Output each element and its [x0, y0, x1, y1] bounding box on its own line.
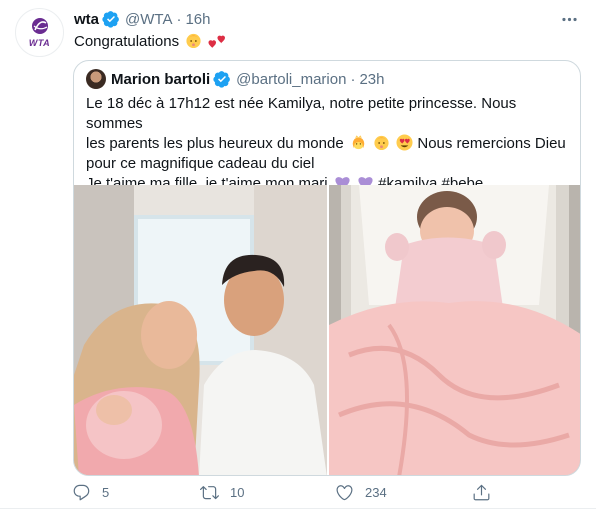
like-count: 234 — [365, 484, 387, 500]
quoted-line-3: pour ce magnifique cadeau du ciel — [86, 155, 315, 172]
tweet-text-body: Congratulations — [74, 33, 180, 50]
action-bar: 5 10 234 — [66, 481, 516, 505]
quoted-handle: @bartoli_marion — [236, 70, 347, 88]
hearts-emoji-icon — [208, 35, 226, 49]
quoted-avatar — [86, 69, 106, 89]
quoted-line-2b: Nous remercions Dieu — [417, 135, 566, 152]
wta-avatar[interactable]: WTA — [15, 8, 64, 57]
photo-couple-image — [74, 185, 327, 475]
verified-badge-icon — [102, 11, 119, 28]
quoted-header: Marion bartoli @bartoli_marion · 23h — [86, 69, 384, 89]
quoted-line-1: Le 18 déc à 17h12 est née Kamilya, notre… — [86, 95, 517, 132]
retweet-button[interactable]: 10 — [200, 481, 244, 503]
share-icon — [473, 484, 490, 500]
photo-baby-image — [329, 185, 580, 475]
photo-baby[interactable] — [329, 185, 580, 475]
avatar-text: WTA — [28, 38, 51, 48]
retweet-count: 10 — [230, 484, 245, 500]
like-icon — [336, 484, 353, 500]
share-button[interactable] — [472, 481, 491, 503]
tweet-header: wta @WTA · 16h — [74, 9, 211, 29]
photo-couple[interactable] — [74, 185, 327, 475]
quoted-tweet[interactable]: Marion bartoli @bartoli_marion · 23h Le … — [73, 60, 581, 476]
tweet[interactable]: WTA wta @WTA · 16h Congratulations Mario… — [0, 0, 596, 509]
quoted-line-2a: les parents les plus heureux du monde — [86, 135, 344, 152]
quoted-display-name: Marion bartoli — [111, 70, 211, 88]
wta-logo-icon — [31, 18, 48, 34]
more-options-button[interactable] — [558, 9, 580, 29]
reply-icon — [73, 484, 90, 500]
verified-badge-icon — [213, 71, 231, 88]
princess-emoji-icon — [352, 135, 365, 150]
quoted-line-2: les parents les plus heureux du monde No… — [86, 134, 574, 154]
like-button[interactable]: 234 — [335, 481, 387, 503]
more-icon — [561, 17, 577, 21]
baby-emoji-icon — [374, 135, 389, 151]
tweet-text: Congratulations — [74, 32, 226, 52]
quoted-text: Le 18 déc à 17h12 est née Kamilya, notre… — [86, 94, 574, 194]
timestamp[interactable]: 16h — [185, 11, 210, 28]
quoted-timestamp: 23h — [359, 70, 385, 88]
handle[interactable]: @WTA — [125, 11, 172, 28]
reply-button[interactable]: 5 — [72, 481, 109, 503]
heart-eyes-emoji-icon — [396, 134, 413, 151]
separator-dot: · — [350, 70, 356, 88]
baby-emoji-icon — [186, 33, 201, 49]
display-name[interactable]: wta — [74, 11, 99, 28]
reply-count: 5 — [102, 484, 110, 500]
separator-dot: · — [176, 10, 182, 28]
retweet-icon — [200, 485, 219, 499]
